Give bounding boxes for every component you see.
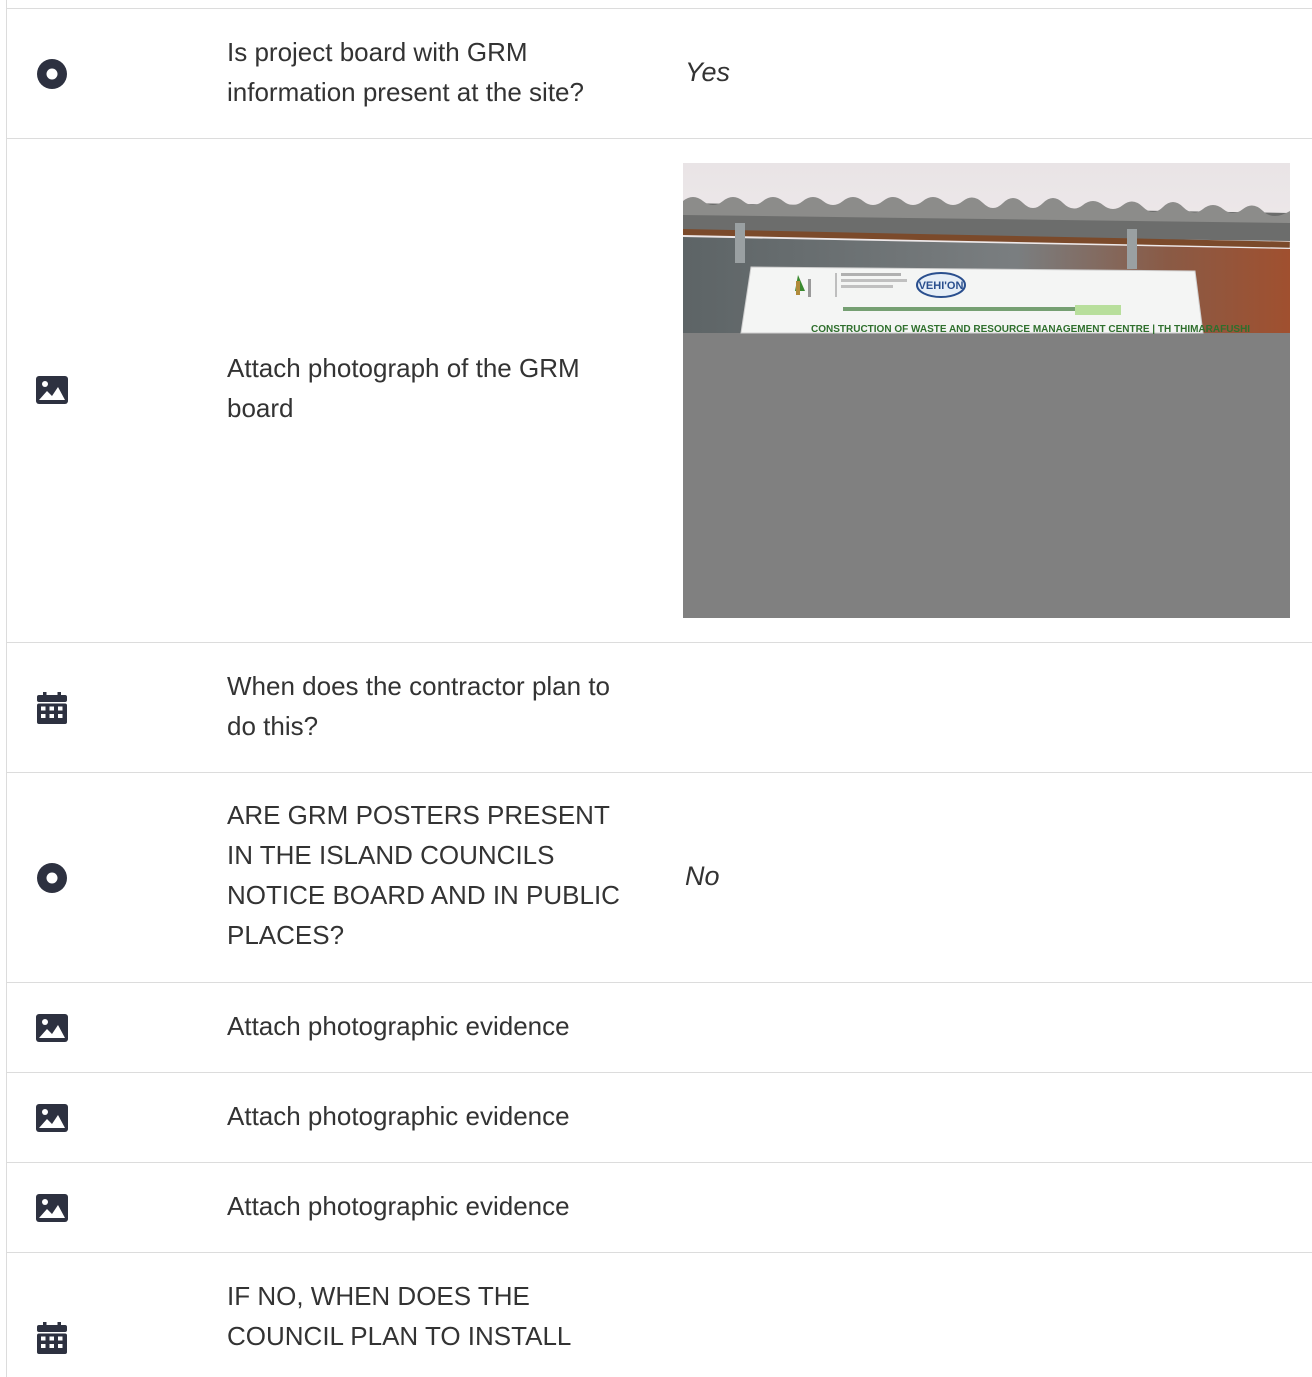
logo-text: VEHI'ON — [919, 280, 964, 292]
table-row: IF NO, WHEN DOES THE COUNCIL PLAN TO INS… — [7, 1252, 1312, 1377]
question-label: When does the contractor plan to do this… — [227, 671, 611, 741]
image-icon — [35, 1011, 69, 1045]
board-caption: CONSTRUCTION OF WASTE AND RESOURCE MANAG… — [811, 324, 1250, 335]
image-icon — [35, 1191, 69, 1225]
table-row: Attach photographic evidence — [7, 1072, 1312, 1162]
answer-value: Yes — [685, 57, 731, 87]
grm-board-photo[interactable]: VEHI'ON CONSTRUCTION OF WASTE AND RESOUR… — [683, 163, 1290, 618]
question-label: Attach photograph of the GRM board — [227, 353, 580, 423]
image-icon — [35, 1101, 69, 1135]
radio-icon — [35, 861, 69, 895]
image-icon — [35, 373, 69, 407]
question-label: ARE GRM POSTERS PRESENT IN THE ISLAND CO… — [227, 800, 620, 950]
question-label: IF NO, WHEN DOES THE COUNCIL PLAN TO INS… — [227, 1281, 572, 1351]
question-label: Attach photographic evidence — [227, 1101, 570, 1131]
table-row: ARE GRM POSTERS PRESENT IN THE ISLAND CO… — [7, 772, 1312, 982]
table-row: Is project board with GRM information pr… — [7, 8, 1312, 138]
question-label: Attach photographic evidence — [227, 1191, 570, 1221]
question-label: Attach photographic evidence — [227, 1011, 570, 1041]
calendar-icon — [35, 691, 69, 725]
table-row: When does the contractor plan to do this… — [7, 642, 1312, 772]
submission-table: Is project board with GRM information pr… — [6, 0, 1312, 1377]
table-row: Attach photograph of the GRM board VEHI'… — [7, 138, 1312, 642]
radio-icon — [35, 57, 69, 91]
calendar-icon — [35, 1321, 69, 1355]
answer-value: No — [685, 861, 720, 891]
table-row: Attach photographic evidence — [7, 1162, 1312, 1252]
table-row: Attach photographic evidence — [7, 982, 1312, 1072]
question-label: Is project board with GRM information pr… — [227, 37, 584, 107]
